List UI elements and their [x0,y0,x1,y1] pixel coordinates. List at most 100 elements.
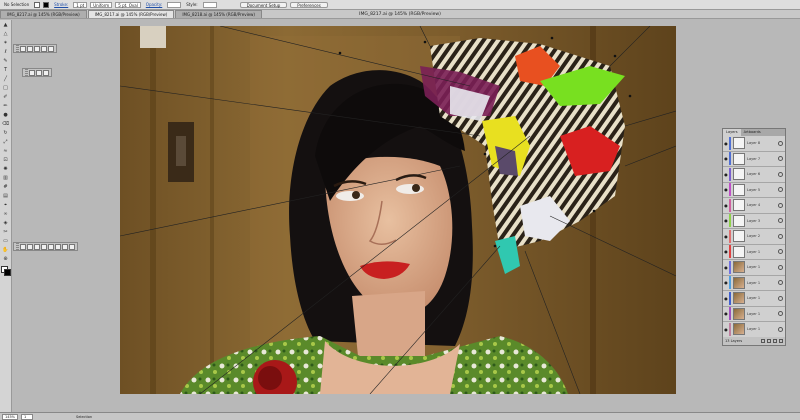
toolbar-button[interactable] [29,69,35,76]
layer-row[interactable]: ● Layer 6 [723,167,785,183]
zoom-tool-icon[interactable]: ⊕ [1,255,11,263]
fill-stroke-swatch[interactable] [0,266,11,276]
opacity-link[interactable]: Opacity: [144,2,164,8]
grip-handle[interactable] [16,243,19,250]
free-transform-tool-icon[interactable]: ⊡ [1,156,11,164]
document-tab-2[interactable]: IMG_8217.ai @ 145% (RGB/Preview) [87,10,175,18]
anchor-point[interactable] [550,36,554,40]
layer-target-icon[interactable] [778,249,783,255]
column-graph-tool-icon[interactable]: ▥ [1,174,11,182]
brush-dropdown[interactable]: 5 pt. Oval [115,1,141,8]
anchor-point[interactable] [613,54,617,58]
rectangle-tool-icon[interactable]: □ [1,84,11,92]
layer-target-icon[interactable] [778,311,783,317]
toolbar-button[interactable] [27,45,33,52]
gradient-tool-icon[interactable]: ▤ [1,192,11,200]
warp-tool-icon[interactable]: ≈ [1,147,11,155]
preferences-button[interactable]: Preferences [290,1,328,8]
toolbar-button[interactable] [62,243,68,250]
layer-row[interactable]: ● Layer 1 [723,260,785,276]
layer-row[interactable]: ● Layer 1 [723,245,785,260]
anchor-point[interactable] [493,244,497,248]
toolbar-button[interactable] [20,243,26,250]
document-tab-3[interactable]: IMG_8218.ai @ 145% (RGB/Preview) [175,10,262,18]
mesh-tool-icon[interactable]: # [1,183,11,191]
variable-width-dropdown[interactable]: Uniform [90,1,113,8]
symbol-sprayer-tool-icon[interactable]: ✺ [1,165,11,173]
toolbar-button[interactable] [20,45,26,52]
line-segment-tool-icon[interactable]: ╱ [1,75,11,83]
anchor-point[interactable] [483,152,487,156]
toolbar-button[interactable] [48,45,54,52]
layer-row[interactable]: ● Layer 5 [723,183,785,198]
layer-target-icon[interactable] [778,280,783,286]
hand-tool-icon[interactable]: ✋ [1,246,11,254]
tab-layers[interactable]: Layers [723,129,741,136]
toolbar-button[interactable] [43,69,49,76]
slice-tool-icon[interactable]: ✂ [1,228,11,236]
layer-row[interactable]: ● Layer 8 [723,136,785,152]
layer-target-icon[interactable] [778,218,783,224]
blob-brush-tool-icon[interactable]: ● [1,111,11,119]
pen-tool-icon[interactable]: ✎ [1,57,11,65]
toolbar-button[interactable] [41,45,47,52]
document-tab-1[interactable]: IMG_8217.ai @ 145% (RGB/Preview) [0,10,87,18]
layer-target-icon[interactable] [778,140,783,146]
layer-row[interactable]: ● Layer 3 [723,214,785,229]
layer-target-icon[interactable] [778,156,783,162]
eraser-tool-icon[interactable]: ⌫ [1,120,11,128]
new-sublayer-icon[interactable] [767,339,771,343]
pencil-tool-icon[interactable]: ✏ [1,102,11,110]
floating-toolbar-1[interactable] [13,44,57,53]
layer-row[interactable]: ● Layer 7 [723,152,785,167]
trash-icon[interactable] [779,339,783,343]
grip-handle[interactable] [16,45,19,52]
live-paint-tool-icon[interactable]: ◈ [1,219,11,227]
anchor-point[interactable] [592,209,596,213]
fill-swatch[interactable] [34,1,41,8]
make-clipping-mask-icon[interactable] [761,339,765,343]
paintbrush-tool-icon[interactable]: ✐ [1,93,11,101]
layer-target-icon[interactable] [778,326,783,332]
layer-target-icon[interactable] [778,295,783,301]
opacity-field[interactable] [167,1,182,8]
floating-toolbar-2[interactable] [22,68,52,77]
layer-target-icon[interactable] [778,233,783,239]
blend-tool-icon[interactable]: ∞ [1,210,11,218]
stroke-weight-field[interactable]: 1 pt [73,1,88,8]
document-setup-button[interactable]: Document Setup [239,1,288,8]
tab-artboards[interactable]: Artboards [741,129,764,136]
style-field[interactable] [202,1,217,8]
toolbar-button[interactable] [48,243,54,250]
stroke-link[interactable]: Stroke: [52,2,70,8]
eyedropper-tool-icon[interactable]: ⌖ [1,201,11,209]
toolbar-button[interactable] [27,243,33,250]
toolbar-button[interactable] [34,243,40,250]
layer-target-icon[interactable] [778,202,783,208]
artboard-navigation-field[interactable]: 1 [21,413,34,420]
toolbar-button[interactable] [34,45,40,52]
toolbar-button[interactable] [69,243,75,250]
anchor-point[interactable] [423,40,427,44]
layer-row[interactable]: ● Layer 1 [723,322,785,338]
layer-target-icon[interactable] [778,264,783,270]
artboard-canvas[interactable] [120,26,676,394]
layer-row[interactable]: ● Layer 1 [723,307,785,322]
zoom-field[interactable]: 145% [2,413,19,420]
type-tool-icon[interactable]: T [1,66,11,74]
anchor-point[interactable] [338,51,342,55]
selection-arrow-tool-icon[interactable]: ▲ [1,21,11,29]
anchor-point[interactable] [628,94,632,98]
toolbar-button[interactable] [36,69,42,76]
layer-row[interactable]: ● Layer 4 [723,198,785,214]
layer-row[interactable]: ● Layer 1 [723,276,785,291]
layer-target-icon[interactable] [778,171,783,177]
direct-selection-tool-icon[interactable]: △ [1,30,11,38]
lasso-tool-icon[interactable]: ℓ [1,48,11,56]
rotate-tool-icon[interactable]: ↻ [1,129,11,137]
grip-handle[interactable] [25,69,28,76]
layer-row[interactable]: ● Layer 1 [723,291,785,307]
layer-target-icon[interactable] [778,187,783,193]
toolbar-button[interactable] [55,243,61,250]
toolbar-button[interactable] [41,243,47,250]
